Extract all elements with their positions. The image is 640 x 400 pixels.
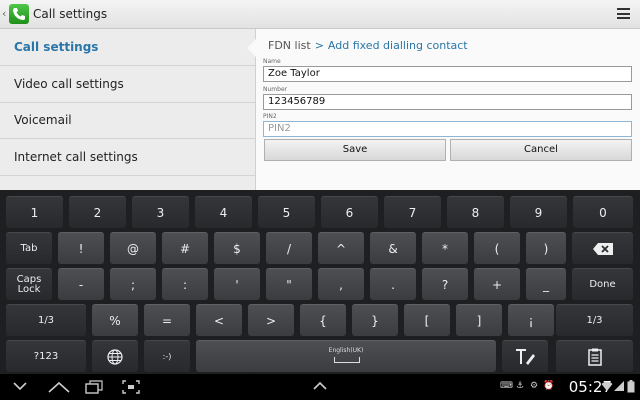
key-close-paren[interactable]: ) bbox=[526, 232, 566, 264]
name-field[interactable]: Zoe Taylor bbox=[263, 66, 632, 82]
key-9[interactable]: 9 bbox=[510, 196, 567, 228]
name-label: Name bbox=[263, 58, 281, 65]
keyboard-status-icon: ⌨ bbox=[500, 381, 513, 391]
key-equals[interactable]: = bbox=[144, 304, 190, 336]
done-key[interactable]: Done bbox=[572, 268, 633, 300]
cancel-button[interactable]: Cancel bbox=[450, 139, 632, 161]
sidebar-item-voicemail[interactable]: Voicemail bbox=[0, 102, 256, 139]
key-1[interactable]: 1 bbox=[6, 196, 63, 228]
clipboard-key[interactable] bbox=[556, 340, 633, 372]
key-5[interactable]: 5 bbox=[258, 196, 315, 228]
signal-icon bbox=[614, 381, 624, 391]
battery-icon bbox=[627, 380, 635, 393]
key-semicolon[interactable]: ; bbox=[110, 268, 156, 300]
caps-lock-label-line2: Lock bbox=[17, 284, 41, 295]
backspace-key[interactable] bbox=[572, 232, 633, 264]
sidebar-item-call-settings[interactable]: Call settings bbox=[0, 29, 256, 66]
settings-sidebar: Call settings Video call settings Voicem… bbox=[0, 29, 256, 190]
key-8[interactable]: 8 bbox=[447, 196, 504, 228]
breadcrumb-parent[interactable]: FDN list bbox=[268, 39, 311, 52]
key-colon[interactable]: : bbox=[162, 268, 208, 300]
wifi-icon bbox=[601, 381, 613, 391]
key-4[interactable]: 4 bbox=[195, 196, 252, 228]
caps-lock-key[interactable]: Caps Lock bbox=[6, 268, 52, 300]
recent-apps-icon[interactable] bbox=[85, 380, 103, 394]
key-dash[interactable]: - bbox=[58, 268, 104, 300]
pin2-label: PIN2 bbox=[263, 113, 277, 120]
key-open-brace[interactable]: { bbox=[300, 304, 346, 336]
sidebar-item-video-call-settings[interactable]: Video call settings bbox=[0, 66, 256, 103]
key-apostrophe[interactable]: ' bbox=[214, 268, 260, 300]
key-7[interactable]: 7 bbox=[384, 196, 441, 228]
title-bar: ‹ Call settings bbox=[0, 0, 640, 29]
key-inverted-exclamation[interactable]: ¡ bbox=[508, 304, 554, 336]
breadcrumb-separator: > bbox=[314, 39, 324, 52]
number-label: Number bbox=[263, 86, 288, 93]
space-icon bbox=[334, 357, 360, 363]
sidebar-item-internet-call-settings[interactable]: Internet call settings bbox=[0, 139, 256, 176]
breadcrumb: FDN list > Add fixed dialling contact bbox=[268, 39, 468, 52]
key-ampersand[interactable]: & bbox=[370, 232, 416, 264]
language-key[interactable] bbox=[92, 340, 138, 372]
text-pen-icon bbox=[516, 349, 535, 365]
save-button[interactable]: Save bbox=[264, 139, 446, 161]
usb-debug-icon: ⚙ bbox=[530, 381, 539, 391]
key-quote[interactable]: " bbox=[266, 268, 312, 300]
key-question[interactable]: ? bbox=[422, 268, 468, 300]
back-chevron-icon[interactable]: ‹ bbox=[2, 7, 6, 20]
key-slash[interactable]: / bbox=[266, 232, 312, 264]
key-percent[interactable]: % bbox=[92, 304, 138, 336]
number-field[interactable]: 123456789 bbox=[263, 94, 632, 110]
key-plus[interactable]: + bbox=[474, 268, 520, 300]
key-asterisk[interactable]: * bbox=[422, 232, 468, 264]
system-navigation-bar: ⌨ ⚓ ⚙ ⏰ 05:27 bbox=[0, 374, 640, 400]
key-2[interactable]: 2 bbox=[69, 196, 126, 228]
backspace-icon bbox=[592, 243, 613, 255]
symbols-key[interactable]: ?123 bbox=[6, 340, 86, 372]
menu-icon[interactable] bbox=[617, 8, 630, 19]
alarm-icon: ⏰ bbox=[543, 381, 555, 391]
page-prev-key[interactable]: 1/3 bbox=[6, 304, 86, 336]
pin2-field[interactable]: PIN2 bbox=[263, 121, 632, 137]
key-caret[interactable]: ^ bbox=[318, 232, 364, 264]
window-title: Call settings bbox=[33, 7, 108, 21]
key-exclamation[interactable]: ! bbox=[58, 232, 104, 264]
home-icon[interactable] bbox=[47, 380, 71, 394]
key-open-bracket[interactable]: [ bbox=[404, 304, 450, 336]
key-open-paren[interactable]: ( bbox=[474, 232, 520, 264]
usb-icon: ⚓ bbox=[516, 381, 525, 391]
key-close-brace[interactable]: } bbox=[352, 304, 398, 336]
space-key[interactable]: English(UK) bbox=[196, 340, 496, 372]
key-3[interactable]: 3 bbox=[132, 196, 189, 228]
key-6[interactable]: 6 bbox=[321, 196, 378, 228]
onscreen-keyboard: 1 2 3 4 5 6 7 8 9 0 Tab ! @ # $ / ^ & * … bbox=[0, 190, 640, 374]
space-language-label: English(UK) bbox=[328, 347, 364, 354]
key-greater-than[interactable]: > bbox=[248, 304, 294, 336]
globe-icon bbox=[107, 349, 123, 365]
breadcrumb-current: Add fixed dialling contact bbox=[327, 39, 468, 52]
clipboard-icon bbox=[587, 348, 602, 366]
key-0[interactable]: 0 bbox=[573, 196, 633, 228]
key-period[interactable]: . bbox=[370, 268, 416, 300]
key-close-bracket[interactable]: ] bbox=[456, 304, 502, 336]
selection-pointer bbox=[247, 39, 256, 57]
key-less-than[interactable]: < bbox=[196, 304, 242, 336]
hide-keyboard-chevron-icon[interactable] bbox=[12, 380, 28, 392]
key-comma[interactable]: , bbox=[318, 268, 364, 300]
screenshot-icon[interactable] bbox=[122, 380, 140, 394]
page-next-key[interactable]: 1/3 bbox=[556, 304, 633, 336]
expand-chevron-icon[interactable] bbox=[312, 380, 328, 392]
detail-panel: FDN list > Add fixed dialling contact Name… bbox=[256, 29, 640, 190]
key-dollar[interactable]: $ bbox=[214, 232, 260, 264]
key-at[interactable]: @ bbox=[110, 232, 156, 264]
key-hash[interactable]: # bbox=[162, 232, 208, 264]
emoticon-key[interactable]: :-) bbox=[144, 340, 190, 372]
handwriting-key[interactable] bbox=[502, 340, 548, 372]
phone-app-icon[interactable] bbox=[9, 4, 29, 24]
tab-key[interactable]: Tab bbox=[6, 232, 52, 264]
key-underscore[interactable]: _ bbox=[526, 268, 566, 300]
